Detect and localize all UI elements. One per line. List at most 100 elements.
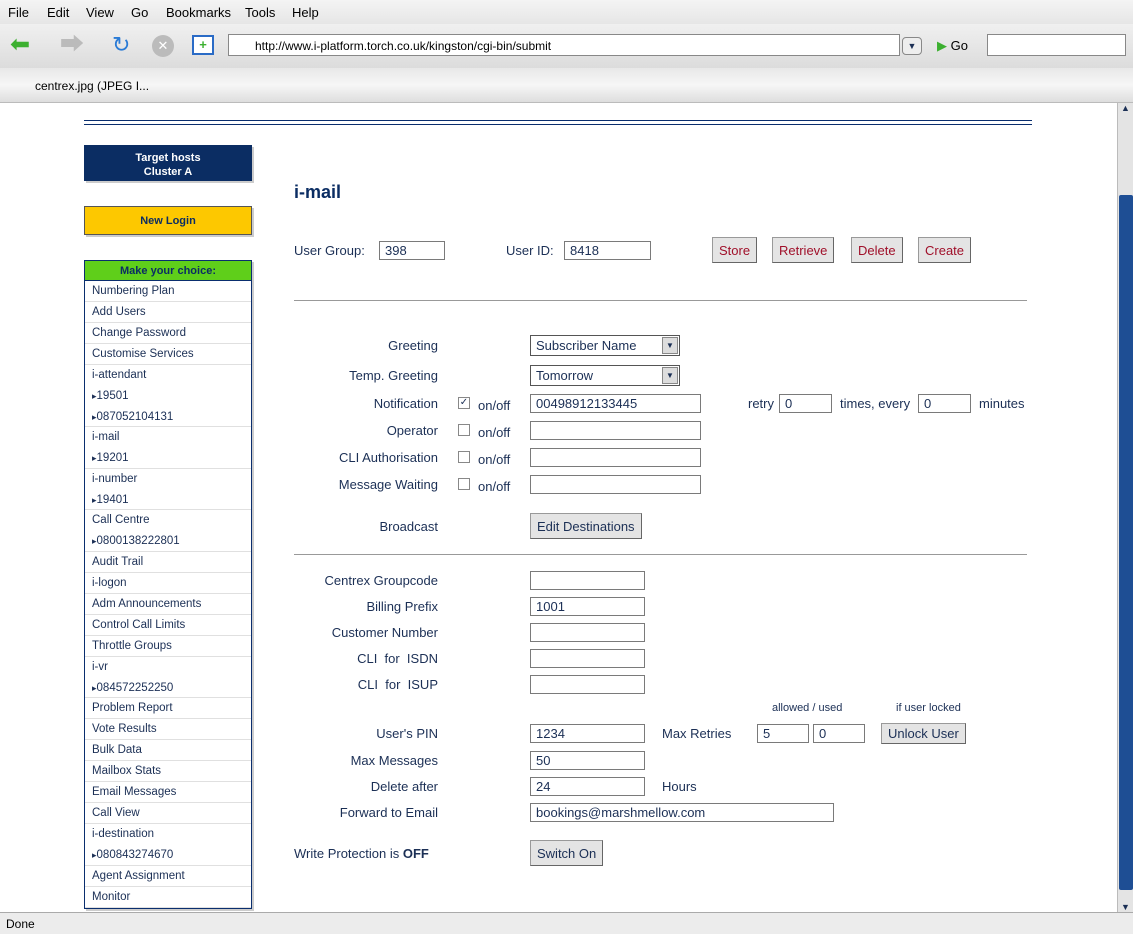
retrieve-button[interactable]: Retrieve bbox=[772, 237, 835, 263]
greeting-select[interactable]: Subscriber Name ▼ bbox=[530, 335, 680, 356]
nav-item[interactable]: Call View bbox=[85, 803, 251, 824]
back-icon[interactable]: ⬅ bbox=[10, 33, 30, 57]
nav-item[interactable]: Customise Services bbox=[85, 344, 251, 365]
max-retries-allowed-input[interactable]: 5 bbox=[757, 724, 809, 743]
nav-item[interactable]: i-vr bbox=[85, 657, 251, 678]
nav-item[interactable]: i-destination bbox=[85, 824, 251, 845]
greeting-value: Subscriber Name bbox=[536, 338, 637, 353]
nav-item[interactable]: Numbering Plan bbox=[85, 281, 251, 302]
pin-input[interactable]: 1234 bbox=[530, 724, 645, 743]
nav-item[interactable]: 19401 bbox=[85, 490, 251, 510]
write-protection-label: Write Protection is OFF bbox=[294, 846, 429, 861]
tab-bar: centrex.jpg (JPEG I... bbox=[0, 68, 1133, 103]
nav-item[interactable]: i-number bbox=[85, 469, 251, 490]
nav-item[interactable]: Throttle Groups bbox=[85, 636, 251, 657]
operator-input[interactable] bbox=[530, 421, 701, 440]
menu-file[interactable]: File bbox=[8, 5, 29, 20]
cli-isdn-label: CLI for ISDN bbox=[357, 651, 438, 666]
message-waiting-input[interactable] bbox=[530, 475, 701, 494]
nav-item[interactable]: Monitor bbox=[85, 887, 251, 908]
create-button[interactable]: Create bbox=[918, 237, 972, 263]
nav-item[interactable]: Bulk Data bbox=[85, 740, 251, 761]
max-retries-used-input[interactable]: 0 bbox=[813, 724, 865, 743]
new-tab-icon[interactable]: + bbox=[192, 35, 214, 55]
scroll-up-icon[interactable]: ▲ bbox=[1121, 103, 1130, 113]
retry-input[interactable]: 0 bbox=[779, 394, 832, 413]
forward-email-input[interactable]: bookings@marshmellow.com bbox=[530, 803, 834, 822]
url-bar[interactable]: http://www.i-platform.torch.co.uk/kingst… bbox=[228, 34, 900, 56]
max-messages-input[interactable]: 50 bbox=[530, 751, 645, 770]
cli-auth-input[interactable] bbox=[530, 448, 701, 467]
scrollbar-thumb[interactable] bbox=[1119, 195, 1133, 890]
menu-view[interactable]: View bbox=[86, 5, 114, 20]
notification-checkbox[interactable]: ✓ bbox=[458, 397, 470, 409]
nav-item[interactable]: i-mail bbox=[85, 427, 251, 448]
new-login-button[interactable]: New Login bbox=[84, 206, 252, 235]
delete-button[interactable]: Delete bbox=[851, 237, 903, 263]
store-button[interactable]: Store bbox=[712, 237, 758, 263]
menu-tools[interactable]: Tools bbox=[245, 5, 275, 20]
tab-centrex[interactable]: centrex.jpg (JPEG I... bbox=[35, 79, 149, 93]
nav-item[interactable]: 084572252250 bbox=[85, 678, 251, 698]
nav-item[interactable]: Call Centre bbox=[85, 510, 251, 531]
header-rule bbox=[84, 124, 1032, 125]
centrex-groupcode-input[interactable] bbox=[530, 571, 645, 590]
allowed-used-label: allowed / used bbox=[772, 702, 843, 714]
user-id-input[interactable]: 8418 bbox=[564, 241, 651, 260]
pin-label: User's PIN bbox=[376, 726, 438, 741]
notification-input[interactable]: 00498912133445 bbox=[530, 394, 701, 413]
nav-item[interactable]: 080843274670 bbox=[85, 845, 251, 866]
go-icon: ▶ bbox=[937, 38, 947, 53]
nav-item[interactable]: 19501 bbox=[85, 386, 251, 407]
unlock-user-button[interactable]: Unlock User bbox=[881, 723, 966, 744]
menu-go[interactable]: Go bbox=[131, 5, 148, 20]
nav-item[interactable]: Change Password bbox=[85, 323, 251, 344]
operator-checkbox[interactable] bbox=[458, 424, 470, 436]
nav-item[interactable]: Vote Results bbox=[85, 719, 251, 740]
customer-number-input[interactable] bbox=[530, 623, 645, 642]
url-dropdown-icon[interactable]: ▼ bbox=[902, 37, 922, 55]
switch-on-button[interactable]: Switch On bbox=[530, 840, 604, 866]
onoff-label: on/off bbox=[478, 479, 511, 494]
menu-help[interactable]: Help bbox=[292, 5, 319, 20]
nav-item[interactable]: Agent Assignment bbox=[85, 866, 251, 887]
nav-item[interactable]: Add Users bbox=[85, 302, 251, 323]
temp-greeting-label: Temp. Greeting bbox=[349, 368, 438, 383]
billing-prefix-input[interactable]: 1001 bbox=[530, 597, 645, 616]
message-waiting-checkbox[interactable] bbox=[458, 478, 470, 490]
nav-item[interactable]: 0800138222801 bbox=[85, 531, 251, 552]
stop-icon[interactable]: ✕ bbox=[152, 35, 174, 57]
menu-edit[interactable]: Edit bbox=[47, 5, 69, 20]
nav-item[interactable]: Audit Trail bbox=[85, 552, 251, 573]
cli-isdn-input[interactable] bbox=[530, 649, 645, 668]
go-button[interactable]: ▶ Go bbox=[937, 38, 968, 54]
billing-prefix-label: Billing Prefix bbox=[366, 599, 438, 614]
delete-after-input[interactable]: 24 bbox=[530, 777, 645, 796]
nav-item[interactable]: 087052104131 bbox=[85, 407, 251, 427]
cli-auth-label: CLI Authorisation bbox=[338, 450, 438, 465]
search-input[interactable] bbox=[987, 34, 1126, 56]
nav-item[interactable]: Email Messages bbox=[85, 782, 251, 803]
forward-icon[interactable]: ⮕ bbox=[60, 33, 84, 57]
cli-auth-checkbox[interactable] bbox=[458, 451, 470, 463]
scrollbar[interactable]: ▲ ▼ bbox=[1117, 103, 1133, 912]
nav-item[interactable]: Control Call Limits bbox=[85, 615, 251, 636]
nav-item[interactable]: Problem Report bbox=[85, 698, 251, 719]
edit-destinations-button[interactable]: Edit Destinations bbox=[530, 513, 642, 539]
page-title: i-mail bbox=[294, 182, 342, 202]
nav-item[interactable]: Mailbox Stats bbox=[85, 761, 251, 782]
menu-bookmarks[interactable]: Bookmarks bbox=[166, 5, 231, 20]
nav-item[interactable]: i-attendant bbox=[85, 365, 251, 386]
temp-greeting-select[interactable]: Tomorrow ▼ bbox=[530, 365, 680, 386]
reload-icon[interactable]: ↻ bbox=[112, 32, 130, 58]
nav-item[interactable]: Adm Announcements bbox=[85, 594, 251, 615]
nav-item[interactable]: i-logon bbox=[85, 573, 251, 594]
every-input[interactable]: 0 bbox=[918, 394, 971, 413]
scroll-down-icon[interactable]: ▼ bbox=[1121, 902, 1130, 912]
header-rule bbox=[84, 120, 1032, 121]
nav-item[interactable]: 19201 bbox=[85, 448, 251, 469]
divider bbox=[294, 554, 1027, 555]
minutes-label: minutes bbox=[979, 396, 1025, 411]
user-group-input[interactable]: 398 bbox=[379, 241, 445, 260]
cli-isup-input[interactable] bbox=[530, 675, 645, 694]
